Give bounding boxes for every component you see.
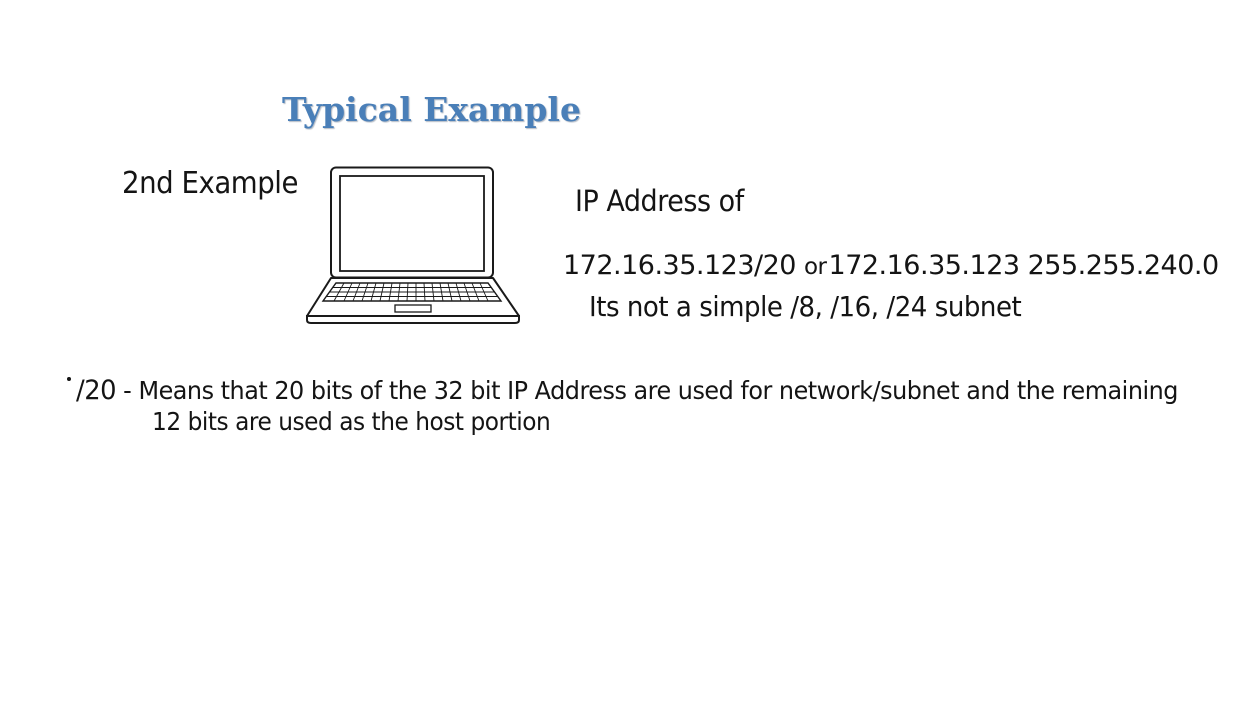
laptop-icon	[306, 166, 520, 324]
bullet-dash: -	[123, 376, 132, 405]
bullet-line-1: /20 - Means that 20 bits of the 32 bit I…	[76, 375, 1178, 406]
bullet-line-2: 12 bits are used as the host portion	[152, 407, 551, 436]
bullet-text-1: Means that 20 bits of the 32 bit IP Addr…	[138, 376, 1178, 405]
bullet-dot	[67, 377, 71, 381]
ip-mask-notation: 172.16.35.123 255.255.240.0	[828, 250, 1220, 281]
ip-or-word: or	[803, 254, 827, 280]
ip-address-line: 172.16.35.123/20 or172.16.35.123 255.255.…	[563, 250, 1219, 281]
ip-cidr-notation: 172.16.35.123/20	[563, 250, 796, 281]
slide-title: Typical Example	[282, 90, 581, 129]
example-label: 2nd Example	[122, 166, 299, 201]
bullet-prefix: /20	[76, 375, 117, 406]
ip-address-heading: IP Address of	[575, 184, 744, 218]
subnet-note: Its not a simple /8, /16, /24 subnet	[589, 290, 1022, 323]
